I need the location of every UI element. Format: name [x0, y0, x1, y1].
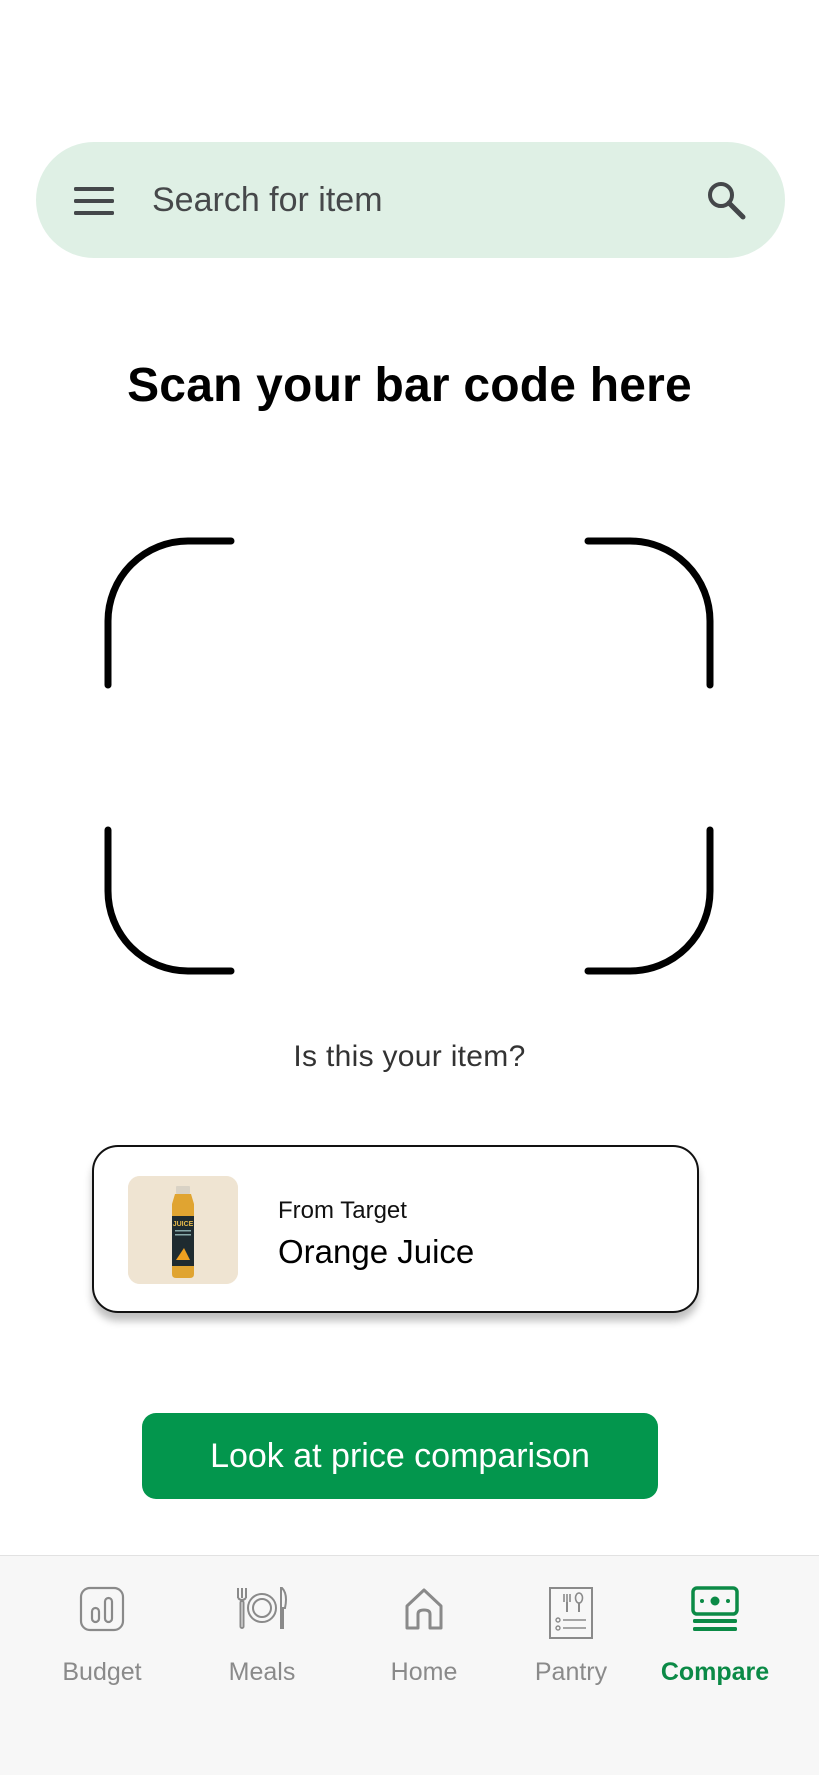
nav-item-pantry[interactable]: Pantry: [496, 1556, 646, 1706]
price-comparison-button[interactable]: Look at price comparison: [142, 1413, 658, 1499]
meals-icon: [237, 1587, 287, 1629]
nav-label-pantry: Pantry: [534, 1658, 608, 1686]
page-title: Scan your bar code here: [127, 359, 692, 412]
product-source: From Target: [278, 1197, 407, 1224]
scan-corner-top-left: [104, 537, 235, 689]
menu-button[interactable]: [74, 186, 114, 216]
search-button[interactable]: [706, 180, 746, 220]
scan-frame[interactable]: [100, 535, 720, 975]
nav-item-home[interactable]: Home: [349, 1556, 499, 1706]
product-name: Orange Juice: [278, 1233, 475, 1270]
search-icon: [708, 182, 746, 220]
home-icon: [405, 1588, 443, 1630]
nav-label-meals: Meals: [228, 1658, 296, 1686]
product-thumb-label: JUICE: [173, 1221, 194, 1228]
product-thumbnail: JUICE: [128, 1176, 238, 1284]
nav-label-compare: Compare: [660, 1658, 770, 1686]
nav-item-compare[interactable]: Compare: [640, 1556, 790, 1706]
scan-corner-bottom-right: [584, 826, 714, 975]
scan-corner-top-right: [584, 537, 714, 689]
juice-bottle-image: JUICE: [128, 1176, 238, 1284]
pantry-icon: [549, 1587, 593, 1639]
search-input[interactable]: [152, 170, 672, 230]
item-prompt: Is this your item?: [293, 1040, 526, 1073]
product-card[interactable]: JUICE From Target Orange Juice: [92, 1145, 699, 1313]
scan-corner-bottom-left: [104, 826, 235, 975]
menu-icon: [74, 187, 114, 215]
nav-item-budget[interactable]: Budget: [27, 1556, 177, 1706]
bottom-navigation: Budget Meals Home Pantry Compare: [0, 1555, 819, 1775]
nav-item-meals[interactable]: Meals: [187, 1556, 337, 1706]
nav-label-budget: Budget: [62, 1658, 142, 1686]
nav-label-home: Home: [390, 1658, 458, 1686]
compare-icon: [691, 1586, 739, 1631]
budget-icon: [79, 1586, 125, 1632]
